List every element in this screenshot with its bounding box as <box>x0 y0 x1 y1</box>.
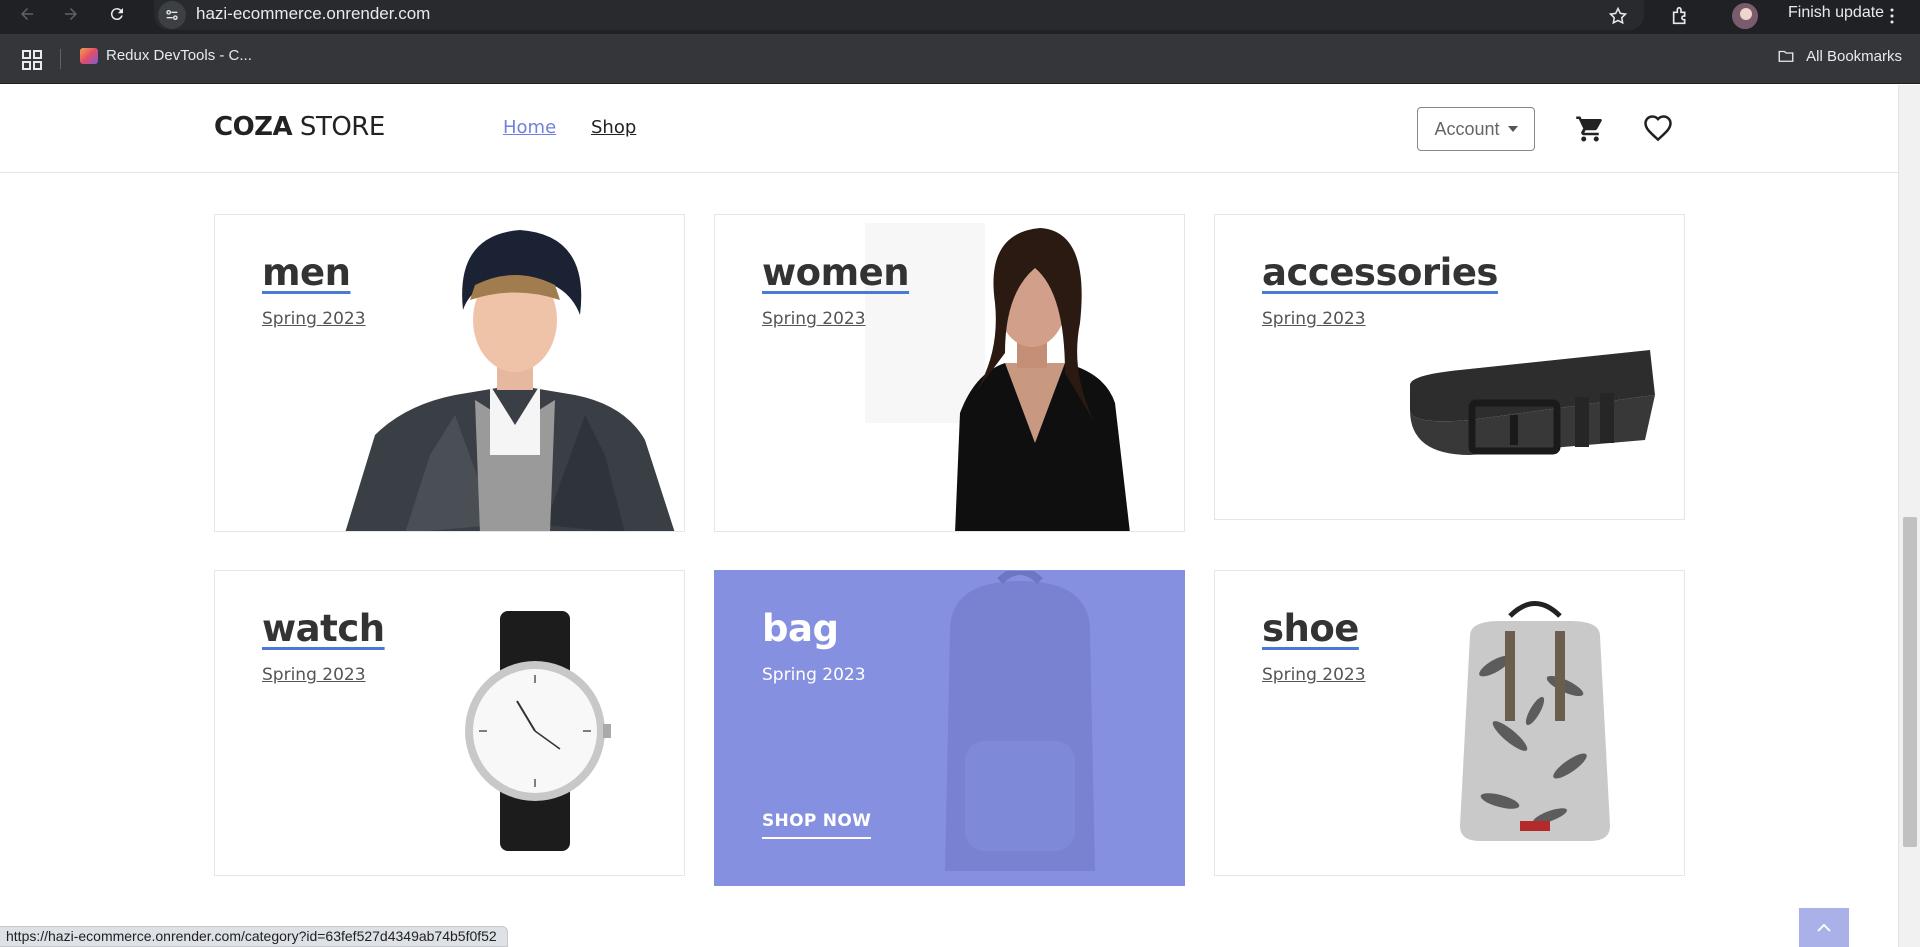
bookmark-redux-devtools[interactable]: Redux DevTools - C... <box>80 47 252 64</box>
account-label: Account <box>1434 118 1500 139</box>
category-subtitle[interactable]: Spring 2023 <box>1262 309 1366 329</box>
category-card-watch[interactable]: watch Spring 2023 <box>214 570 685 876</box>
bookmark-label: Redux DevTools - C... <box>106 47 252 64</box>
category-title[interactable]: watch <box>262 607 385 650</box>
men-model-image <box>345 230 675 531</box>
category-title[interactable]: accessories <box>1262 251 1498 294</box>
category-subtitle[interactable]: Spring 2023 <box>1262 665 1366 685</box>
site-info-icon[interactable] <box>158 1 186 29</box>
browser-toolbar: hazi-ecommerce.onrender.com Finish updat… <box>0 0 1920 34</box>
chevron-up-icon <box>1817 923 1831 932</box>
category-card-men[interactable]: men Spring 2023 <box>214 214 685 532</box>
cart-icon[interactable] <box>1574 113 1606 145</box>
category-title[interactable]: men <box>262 251 351 294</box>
reload-icon[interactable] <box>100 0 134 28</box>
menu-kebab-icon[interactable] <box>1884 3 1900 29</box>
star-icon[interactable] <box>1606 4 1630 28</box>
scrollbar-thumb[interactable] <box>1903 517 1917 847</box>
back-to-top-button[interactable] <box>1799 908 1849 947</box>
bookmarks-divider <box>60 49 61 69</box>
all-bookmarks-label: All Bookmarks <box>1806 47 1902 65</box>
category-title[interactable]: bag <box>762 607 839 650</box>
redux-devtools-icon <box>80 47 98 64</box>
extensions-icon[interactable] <box>1668 3 1694 29</box>
logo-light: STORE <box>292 112 385 142</box>
forward-icon[interactable] <box>54 0 88 28</box>
category-subtitle[interactable]: Spring 2023 <box>262 309 366 329</box>
apps-grid-icon[interactable] <box>22 50 42 70</box>
back-icon[interactable] <box>10 0 44 28</box>
category-subtitle[interactable]: Spring 2023 <box>762 309 866 329</box>
category-card-bag[interactable]: bag Spring 2023 SHOP NOW <box>714 570 1185 886</box>
heart-icon[interactable] <box>1642 113 1674 145</box>
category-subtitle[interactable]: Spring 2023 <box>762 665 866 685</box>
category-card-shoe[interactable]: shoe Spring 2023 <box>1214 570 1685 876</box>
category-card-accessories[interactable]: accessories Spring 2023 <box>1214 214 1685 520</box>
account-dropdown[interactable]: Account <box>1417 107 1535 151</box>
backpack-image <box>945 571 1095 871</box>
nav-shop-link[interactable]: Shop <box>591 117 636 138</box>
logo-bold: COZA <box>214 112 293 142</box>
watch-image <box>465 611 611 851</box>
caret-down-icon <box>1507 126 1518 132</box>
site-header: COZA STORE Home Shop Account <box>0 85 1898 173</box>
url-text[interactable]: hazi-ecommerce.onrender.com <box>196 4 430 24</box>
category-subtitle[interactable]: Spring 2023 <box>262 665 366 685</box>
category-title[interactable]: shoe <box>1262 607 1359 650</box>
belt-image <box>1410 350 1655 455</box>
category-card-women[interactable]: women Spring 2023 <box>714 214 1185 532</box>
category-title[interactable]: women <box>762 251 910 294</box>
finish-update-button[interactable]: Finish update <box>1788 4 1884 22</box>
bookmarks-bar <box>0 34 1920 84</box>
link-status-bar: https://hazi-ecommerce.onrender.com/cate… <box>0 926 508 947</box>
nav-home-link[interactable]: Home <box>503 117 556 138</box>
women-model-image <box>865 223 1130 531</box>
folder-icon <box>1778 50 1794 62</box>
shop-now-link[interactable]: SHOP NOW <box>762 811 872 839</box>
profile-avatar[interactable] <box>1730 1 1760 31</box>
patterned-backpack-image <box>1460 601 1610 841</box>
page-scrollbar[interactable] <box>1898 85 1920 947</box>
site-logo[interactable]: COZA STORE <box>214 112 385 142</box>
all-bookmarks-button[interactable]: All Bookmarks <box>1776 47 1902 65</box>
